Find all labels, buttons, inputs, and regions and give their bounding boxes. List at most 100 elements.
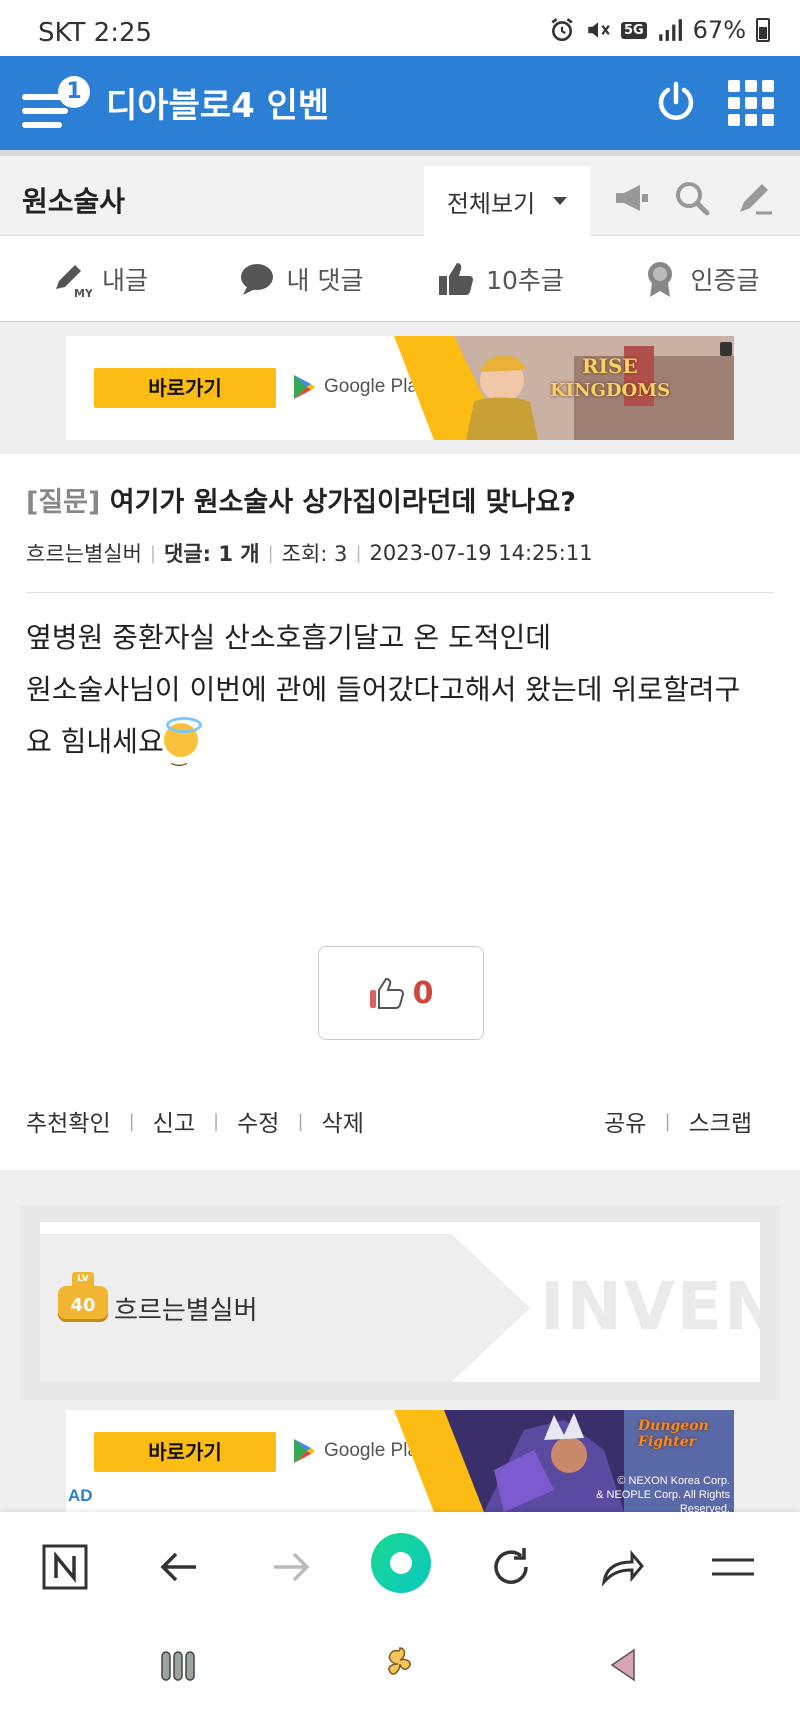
forward-arrow-icon[interactable] <box>266 1542 316 1592</box>
power-icon[interactable] <box>654 80 698 124</box>
edit-link[interactable]: 수정 <box>237 1104 279 1138</box>
comment-bubble-icon <box>240 263 273 295</box>
menu-button[interactable]: 1 <box>22 76 92 132</box>
my-comments-button[interactable]: 내 댓글 <box>200 236 400 321</box>
ad-zone-top: 바로가기 Google Play RISE KINGDOMS <box>0 322 800 454</box>
carrier-time: SKT 2:25 <box>38 18 153 48</box>
medal-icon <box>648 261 673 297</box>
like-button[interactable]: 0 <box>318 946 484 1040</box>
post-body-line: 옆병원 중환자실 산소호흡기달고 온 도적인데 <box>26 621 552 654</box>
status-bar: SKT 2:25 5G 67% <box>0 0 800 56</box>
author-zone: 40 흐르는별실버 INVEN <box>0 1170 800 1410</box>
game-title-rise: RISE <box>582 354 638 378</box>
share-arrow-icon[interactable] <box>596 1542 646 1592</box>
back-triangle-icon[interactable] <box>606 1646 642 1684</box>
quick-menu: MY 내글 내 댓글 10추글 인증글 <box>0 236 800 322</box>
verified-posts-button[interactable]: 인증글 <box>600 236 800 321</box>
post-actions-left: 추천확인 | 신고 | 수정 | 삭제 <box>26 1104 364 1138</box>
status-icons: 5G 67% <box>549 16 770 44</box>
report-link[interactable]: 신고 <box>153 1104 195 1138</box>
my-post-pencil-icon: MY <box>55 264 92 299</box>
board-bar: 원소술사 전체보기 <box>0 150 800 236</box>
naver-home-icon[interactable] <box>40 1542 90 1592</box>
action-separator: | <box>297 1110 304 1132</box>
menu-line <box>22 122 62 128</box>
post-title-text: 여기가 원소술사 상가집이라던데 맞나요? <box>109 487 576 518</box>
post-divider <box>26 592 774 593</box>
post-body-line: 요 힘내세요 <box>26 716 776 783</box>
comment-count[interactable]: 댓글: 1 개 <box>164 538 260 568</box>
ad-go-button[interactable]: 바로가기 <box>94 368 276 408</box>
battery-icon <box>756 18 770 42</box>
network-5g-icon: 5G <box>620 21 647 39</box>
site-title[interactable]: 디아블로4 인벤 <box>106 78 329 127</box>
like-count: 0 <box>412 975 434 1011</box>
alarm-icon <box>551 18 573 42</box>
inven-watermark: INVEN <box>540 1268 760 1345</box>
post-body: 옆병원 중환자실 산소호흡기달고 온 도적인데 원소술사님이 이번에 관에 들어… <box>26 612 776 783</box>
post-body-line-text: 요 힘내세요 <box>26 725 164 758</box>
view-likes-link[interactable]: 추천확인 <box>26 1104 111 1138</box>
post-date: 2023-07-19 14:25:11 <box>369 541 593 565</box>
post-author[interactable]: 흐르는별실버 <box>26 538 142 568</box>
action-separator: | <box>128 1110 135 1132</box>
search-icon[interactable] <box>672 178 712 218</box>
svg-text:MY: MY <box>74 287 92 299</box>
level-badge: 40 <box>58 1272 108 1322</box>
menu-line <box>22 108 68 114</box>
thumbs-up-icon <box>439 262 474 295</box>
view-count: 조회: 3 <box>281 542 348 566</box>
ad-banner-top[interactable]: 바로가기 Google Play RISE KINGDOMS <box>66 336 734 440</box>
megaphone-icon[interactable] <box>612 178 652 218</box>
share-link[interactable]: 공유 <box>604 1104 646 1138</box>
verified-posts-label: 인증글 <box>690 265 760 295</box>
battery-percent: 67% <box>692 16 746 44</box>
app-header: 1 디아블로4 인벤 <box>0 56 800 150</box>
hamburger-menu-icon[interactable] <box>708 1542 758 1592</box>
signal-icon <box>658 19 682 41</box>
back-arrow-icon[interactable] <box>154 1542 204 1592</box>
post-actions-right: 공유 | 스크랩 <box>604 1104 752 1138</box>
board-name[interactable]: 원소술사 <box>22 180 125 220</box>
ad-go-button[interactable]: 바로가기 <box>94 1432 276 1472</box>
ad-banner-bottom[interactable]: 바로가기 Google Play Dungeon Fighter © NEXON… <box>66 1410 734 1512</box>
action-separator: | <box>664 1110 671 1132</box>
view-filter-select[interactable]: 전체보기 <box>424 166 590 236</box>
my-posts-label: 내글 <box>101 265 148 295</box>
delete-link[interactable]: 삭제 <box>322 1104 364 1138</box>
mute-icon <box>588 22 610 38</box>
post-body-line: 원소술사님이 이번에 관에 들어갔다고해서 왔는데 위로할려구 <box>26 673 741 706</box>
ad-copyright: © NEXON Korea Corp. & NEOPLE Corp. All R… <box>550 1474 730 1512</box>
google-play-icon <box>294 375 315 399</box>
ad-label: AD <box>68 1486 93 1505</box>
top-liked-label: 10추글 <box>486 265 564 295</box>
meta-separator: | <box>355 542 362 564</box>
author-card: 40 흐르는별실버 INVEN <box>20 1206 780 1400</box>
author-card-inner: 40 흐르는별실버 INVEN <box>40 1222 760 1382</box>
apps-grid-icon[interactable] <box>728 80 774 126</box>
my-posts-button[interactable]: MY 내글 <box>0 236 200 321</box>
post-meta: 흐르는별실버 | 댓글: 1 개 | 조회: 3 | 2023-07-19 14… <box>26 538 593 568</box>
meta-separator: | <box>267 542 274 564</box>
game-title-dungeon-fighter: Dungeon Fighter <box>638 1418 709 1450</box>
action-separator: | <box>213 1110 220 1132</box>
refresh-icon[interactable] <box>486 1542 536 1592</box>
angel-smile-emoji-icon <box>163 717 202 783</box>
author-name[interactable]: 흐르는별실버 <box>114 1290 258 1327</box>
meta-separator: | <box>149 542 156 564</box>
my-comments-label: 내 댓글 <box>286 265 364 295</box>
green-dot-icon[interactable] <box>370 1532 432 1594</box>
post-title: [질문] 여기가 원소술사 상가집이라던데 맞나요? <box>26 480 576 519</box>
write-pencil-icon[interactable] <box>734 178 774 218</box>
browser-toolbar <box>0 1512 800 1618</box>
caret-down-icon <box>553 197 568 205</box>
notification-badge: 1 <box>58 76 90 108</box>
ad-zone-bottom: 바로가기 Google Play Dungeon Fighter © NEXON… <box>0 1410 800 1512</box>
recent-apps-icon[interactable] <box>158 1648 198 1684</box>
google-play-icon <box>294 1439 315 1463</box>
ad-copyright-line: © NEXON Korea Corp. <box>617 1475 730 1487</box>
home-flower-icon[interactable] <box>380 1644 420 1684</box>
top-liked-button[interactable]: 10추글 <box>400 236 600 321</box>
menu-line <box>22 94 62 100</box>
scrap-link[interactable]: 스크랩 <box>689 1104 752 1138</box>
